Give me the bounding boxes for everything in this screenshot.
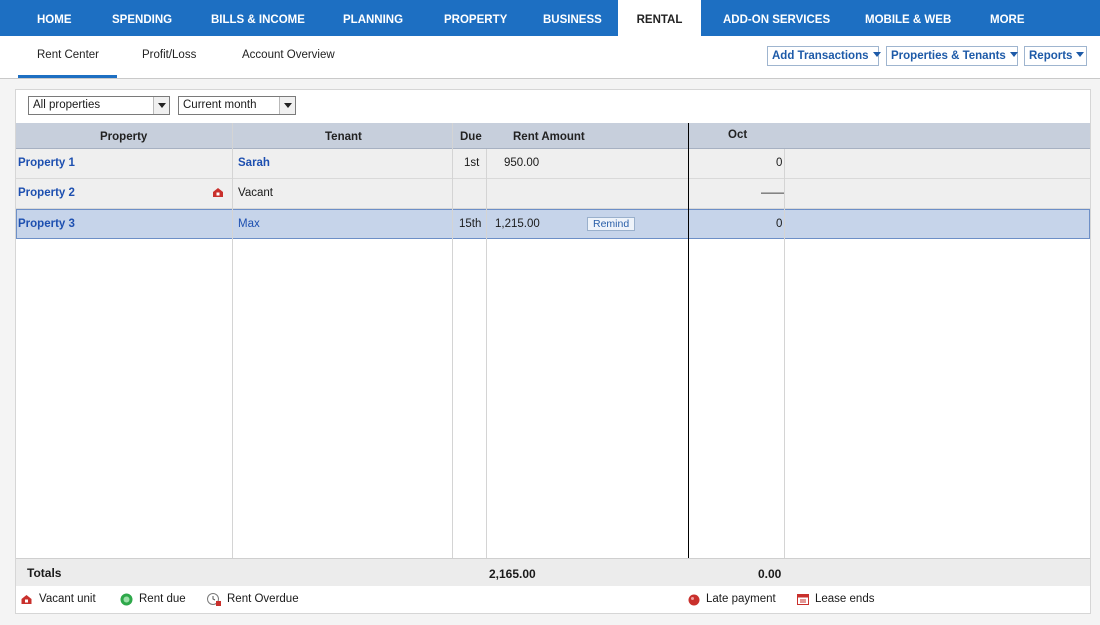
table-row[interactable]: Property 2 Vacant —— (16, 179, 1090, 209)
tab-bills-income[interactable]: BILLS & INCOME (211, 0, 305, 36)
column-divider (232, 123, 233, 558)
legend-rent-overdue-label: Rent Overdue (227, 593, 299, 605)
dropdown-arrow-icon (279, 97, 295, 114)
tab-home[interactable]: HOME (37, 0, 72, 36)
due-day: 15th (459, 218, 482, 230)
property-link[interactable]: Property 3 (18, 218, 75, 230)
table-row[interactable]: Property 1 Sarah 1st 950.00 0 (16, 149, 1090, 179)
month-value: 0 (776, 218, 783, 230)
totals-month: 0.00 (758, 567, 782, 581)
dropdown-arrow-icon (153, 97, 169, 114)
tab-more[interactable]: MORE (990, 0, 1025, 36)
chevron-down-icon (872, 52, 881, 57)
vacant-unit-icon (212, 187, 224, 201)
remind-button[interactable]: Remind (587, 217, 636, 231)
tenant-status: Vacant (238, 187, 273, 199)
tab-planning[interactable]: PLANNING (343, 0, 403, 36)
subtab-account-overview[interactable]: Account Overview (242, 49, 335, 61)
totals-label: Totals (27, 566, 62, 580)
column-divider (784, 149, 785, 558)
top-navigation: HOME SPENDING BILLS & INCOME PLANNING PR… (0, 0, 1100, 36)
legend: Vacant unit Rent due Rent Overdue Late p… (16, 587, 1090, 613)
table-header: Property Tenant Due Rent Amount Oct (16, 123, 1090, 149)
legend-vacant-label: Vacant unit (39, 593, 96, 605)
column-divider (452, 123, 453, 558)
tab-add-on-services[interactable]: ADD-ON SERVICES (723, 0, 830, 36)
property-link[interactable]: Property 2 (18, 187, 75, 199)
property-filter-value: All properties (33, 99, 101, 111)
active-tab-indicator (18, 75, 117, 78)
properties-tenants-button[interactable]: Properties & Tenants (886, 46, 1018, 66)
subtab-rent-center[interactable]: Rent Center (37, 49, 99, 61)
legend-late-payment-label: Late payment (706, 593, 776, 605)
column-header-tenant[interactable]: Tenant (325, 131, 362, 143)
calendar-icon (797, 593, 809, 608)
column-header-property[interactable]: Property (100, 131, 147, 143)
late-payment-icon (688, 594, 700, 609)
tenant-link[interactable]: Max (238, 218, 260, 230)
legend-rent-due-label: Rent due (139, 593, 186, 605)
legend-rent-overdue: Rent Overdue (207, 593, 299, 606)
rent-due-icon (120, 593, 133, 609)
property-link[interactable]: Property 1 (18, 157, 75, 169)
tab-rental[interactable]: RENTAL (618, 0, 701, 36)
chevron-down-icon (1009, 52, 1018, 57)
subtab-profit-loss[interactable]: Profit/Loss (142, 49, 196, 61)
legend-vacant: Vacant unit (20, 593, 96, 605)
column-divider (486, 149, 487, 558)
reports-label: Reports (1029, 50, 1073, 62)
column-header-month[interactable]: Oct (728, 129, 747, 141)
month-separator (688, 123, 689, 586)
totals-rent: 2,165.00 (489, 567, 536, 581)
tab-spending[interactable]: SPENDING (112, 0, 172, 36)
tab-mobile-web[interactable]: MOBILE & WEB (865, 0, 951, 36)
legend-lease-ends-label: Lease ends (815, 593, 875, 605)
chevron-down-icon (1076, 52, 1085, 57)
column-header-due[interactable]: Due (460, 131, 482, 143)
column-header-rent-amount[interactable]: Rent Amount (513, 131, 585, 143)
sub-navigation: Rent Center Profit/Loss Account Overview… (0, 36, 1100, 79)
table-row-selected[interactable]: Property 3 Max 15th 1,215.00 Remind 0 (16, 209, 1090, 239)
properties-tenants-label: Properties & Tenants (891, 50, 1006, 62)
month-value: 0 (776, 157, 783, 169)
legend-lease-ends: Lease ends (797, 593, 874, 605)
legend-late-payment: Late payment (688, 593, 776, 606)
legend-rent-due: Rent due (120, 593, 186, 606)
period-filter-value: Current month (183, 99, 257, 111)
due-day: 1st (464, 157, 480, 169)
rent-amount: 1,215.00 (495, 218, 540, 230)
totals-row: Totals 2,165.00 0.00 (16, 558, 1090, 586)
rent-overdue-icon (207, 593, 222, 610)
property-filter-select[interactable]: All properties (28, 96, 170, 115)
month-value: —— (761, 187, 784, 199)
add-transactions-button[interactable]: Add Transactions (767, 46, 881, 66)
tab-business[interactable]: BUSINESS (543, 0, 602, 36)
period-filter-select[interactable]: Current month (178, 96, 296, 115)
reports-button[interactable]: Reports (1024, 46, 1087, 66)
tab-property[interactable]: PROPERTY (444, 0, 507, 36)
vacant-unit-icon (20, 594, 33, 608)
rent-amount: 950.00 (504, 157, 540, 169)
add-transactions-label: Add Transactions (772, 50, 869, 62)
tenant-link[interactable]: Sarah (238, 157, 270, 169)
